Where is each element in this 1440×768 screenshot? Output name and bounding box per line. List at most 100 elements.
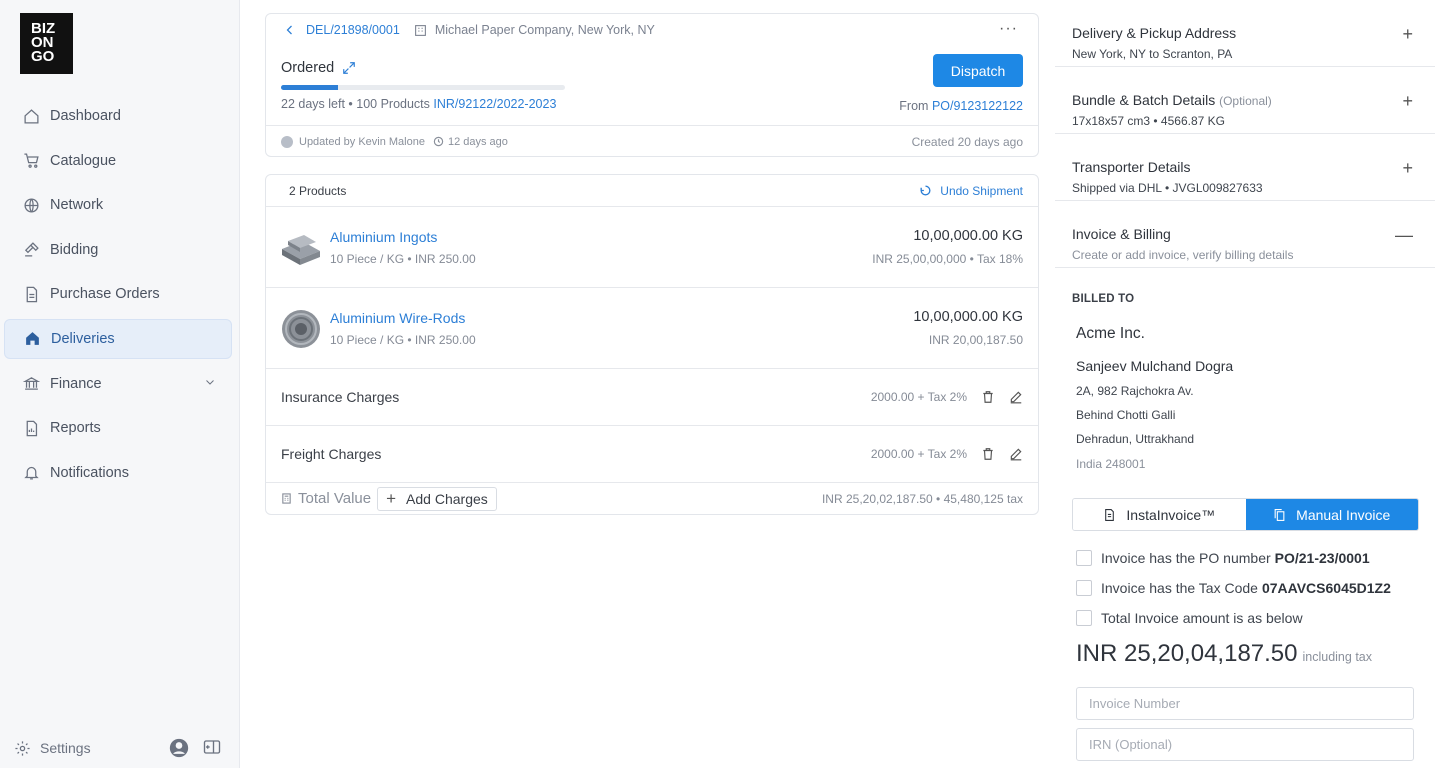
- plus-icon: +: [386, 488, 397, 508]
- sidebar-item-label: Reports: [50, 420, 101, 437]
- dispatch-button[interactable]: Dispatch: [933, 54, 1023, 87]
- edit-pencil-icon[interactable]: [1009, 390, 1023, 404]
- sidebar-item-dashboard[interactable]: Dashboard: [4, 96, 232, 136]
- total-value: INR 25,20,02,187.50 • 45,480,125 tax: [821, 491, 1023, 506]
- products-header: 2 Products Undo Shipment: [266, 175, 1038, 207]
- product-quantity: 10,00,000.00 KG: [913, 228, 1023, 244]
- check-label: Invoice has the Tax Code: [1101, 580, 1258, 596]
- product-row: Aluminium Wire-Rods 10 Piece / KG • INR …: [266, 288, 1038, 369]
- more-options-icon[interactable]: ···: [999, 20, 1018, 38]
- delivery-id-link[interactable]: DEL/21898/0001: [306, 23, 400, 37]
- sidebar: BIZ ON GO Dashboard Catalogue Network Bi…: [0, 0, 240, 768]
- check-value: PO/21-23/0001: [1274, 550, 1370, 566]
- sidebar-item-network[interactable]: Network: [4, 185, 232, 225]
- expand-plus-icon[interactable]: +: [1402, 158, 1413, 179]
- address-line: Dehradun, Uttrakhand: [1076, 432, 1195, 446]
- back-arrow-icon[interactable]: [284, 24, 296, 36]
- billed-company: Acme Inc.: [1076, 325, 1145, 342]
- invoice-ref-link[interactable]: INR/92122/2022-2023: [433, 97, 556, 111]
- expand-plus-icon[interactable]: +: [1402, 91, 1413, 112]
- irn-input[interactable]: [1076, 728, 1414, 761]
- po-link[interactable]: PO/9123122122: [932, 99, 1023, 113]
- product-name-link[interactable]: Aluminium Ingots: [330, 229, 437, 245]
- sidebar-item-purchase-orders[interactable]: Purchase Orders: [4, 274, 232, 314]
- from-label: From: [899, 99, 932, 113]
- building-icon: [414, 24, 427, 37]
- document-icon: [22, 285, 40, 303]
- trash-icon[interactable]: [981, 447, 995, 461]
- checkbox[interactable]: [1076, 550, 1092, 566]
- avatar-icon[interactable]: [169, 738, 189, 761]
- section-bundle-batch[interactable]: Bundle & Batch Details (Optional) 17x18x…: [1055, 67, 1435, 134]
- product-unit-price: 10 Piece / KG • INR 250.00: [330, 333, 476, 347]
- product-name-link[interactable]: Aluminium Wire-Rods: [330, 310, 465, 326]
- section-delivery-address[interactable]: Delivery & Pickup Address New York, NY t…: [1055, 0, 1435, 67]
- amount-note: including tax: [1302, 650, 1373, 664]
- products-card: 2 Products Undo Shipment Aluminium Ingot…: [265, 174, 1039, 515]
- checkbox[interactable]: [1076, 580, 1092, 596]
- sidebar-item-label: Deliveries: [51, 330, 115, 347]
- add-charges-button[interactable]: + Add Charges: [377, 486, 497, 511]
- report-icon: [22, 419, 40, 437]
- tab-label: Manual Invoice: [1296, 506, 1391, 523]
- delivery-meta: 22 days left • 100 Products INR/92122/20…: [281, 97, 556, 111]
- po-reference: From PO/9123122122: [899, 99, 1023, 113]
- section-subtitle: Create or add invoice, verify billing de…: [1072, 248, 1294, 262]
- collapse-minus-icon[interactable]: —: [1395, 225, 1413, 246]
- invoice-doc-icon: [1103, 508, 1116, 522]
- check-total-amount: Total Invoice amount is as below: [1076, 610, 1303, 626]
- section-transporter[interactable]: Transporter Details Shipped via DHL • JV…: [1055, 134, 1435, 201]
- invoice-number-input[interactable]: [1076, 687, 1414, 720]
- add-charges-label: Add Charges: [406, 490, 488, 507]
- products-count: 2 Products: [289, 183, 347, 198]
- company-name: Michael Paper Company, New York, NY: [434, 23, 655, 37]
- expand-plus-icon[interactable]: +: [1402, 24, 1413, 45]
- sidebar-item-bidding[interactable]: Bidding: [4, 230, 232, 270]
- charge-value: 2000.00 + Tax 2%: [870, 447, 967, 461]
- check-po-number: Invoice has the PO number PO/21-23/0001: [1076, 550, 1370, 566]
- check-value: 07AAVCS6045D1Z2: [1261, 580, 1391, 596]
- expand-arrows-icon[interactable]: [342, 61, 356, 75]
- undo-shipment-label: Undo Shipment: [940, 183, 1023, 198]
- sidebar-item-finance[interactable]: Finance: [4, 364, 232, 404]
- tab-label: InstaInvoice™: [1126, 506, 1216, 523]
- optional-tag: (Optional): [1219, 94, 1272, 108]
- sidebar-item-reports[interactable]: Reports: [4, 408, 232, 448]
- clock-icon: [433, 136, 444, 147]
- calculator-icon: [281, 493, 292, 504]
- sidebar-item-label: Purchase Orders: [50, 286, 160, 303]
- undo-shipment-button[interactable]: Undo Shipment: [919, 184, 1023, 198]
- chevron-down-icon[interactable]: [204, 376, 216, 392]
- sidebar-item-catalogue[interactable]: Catalogue: [4, 141, 232, 181]
- updated-by-text: Updated by Kevin Malone: [299, 135, 425, 148]
- address-line: India 248001: [1076, 457, 1146, 471]
- billed-person: Sanjeev Mulchand Dogra: [1076, 358, 1234, 374]
- header-footer: Updated by Kevin Malone 12 days ago Crea…: [266, 125, 1038, 157]
- collapse-sidebar-icon[interactable]: [203, 739, 221, 758]
- status-row: Ordered: [281, 60, 356, 76]
- bizongo-logo[interactable]: BIZ ON GO: [20, 13, 73, 74]
- sidebar-item-notifications[interactable]: Notifications: [4, 453, 232, 493]
- gear-icon[interactable]: [14, 740, 31, 757]
- section-subtitle: 17x18x57 cm3 • 4566.87 KG: [1072, 114, 1225, 128]
- trash-icon[interactable]: [981, 390, 995, 404]
- breadcrumb: DEL/21898/0001 Michael Paper Company, Ne…: [284, 23, 655, 37]
- invoice-mode-toggle: InstaInvoice™ Manual Invoice: [1072, 498, 1419, 531]
- charge-row-insurance: Insurance Charges 2000.00 + Tax 2%: [266, 369, 1038, 426]
- section-invoice-billing[interactable]: Invoice & Billing Create or add invoice,…: [1055, 201, 1435, 268]
- settings-link[interactable]: Settings: [40, 740, 91, 756]
- section-title: Transporter Details: [1072, 159, 1191, 175]
- gavel-icon: [22, 241, 40, 259]
- cart-icon: [22, 152, 40, 170]
- checkbox[interactable]: [1076, 610, 1092, 626]
- tab-instainvoice[interactable]: InstaInvoice™: [1073, 499, 1246, 530]
- amount-value: INR 25,20,04,187.50: [1076, 640, 1298, 667]
- section-title: Bundle & Batch Details (Optional): [1072, 92, 1272, 108]
- tab-manual-invoice[interactable]: Manual Invoice: [1245, 499, 1418, 530]
- sidebar-item-deliveries[interactable]: Deliveries: [4, 318, 232, 359]
- user-avatar-icon: [281, 135, 293, 148]
- bank-icon: [22, 375, 40, 393]
- status-progress-bar: [281, 85, 565, 90]
- edit-pencil-icon[interactable]: [1009, 447, 1023, 461]
- charge-label: Freight Charges: [281, 446, 382, 462]
